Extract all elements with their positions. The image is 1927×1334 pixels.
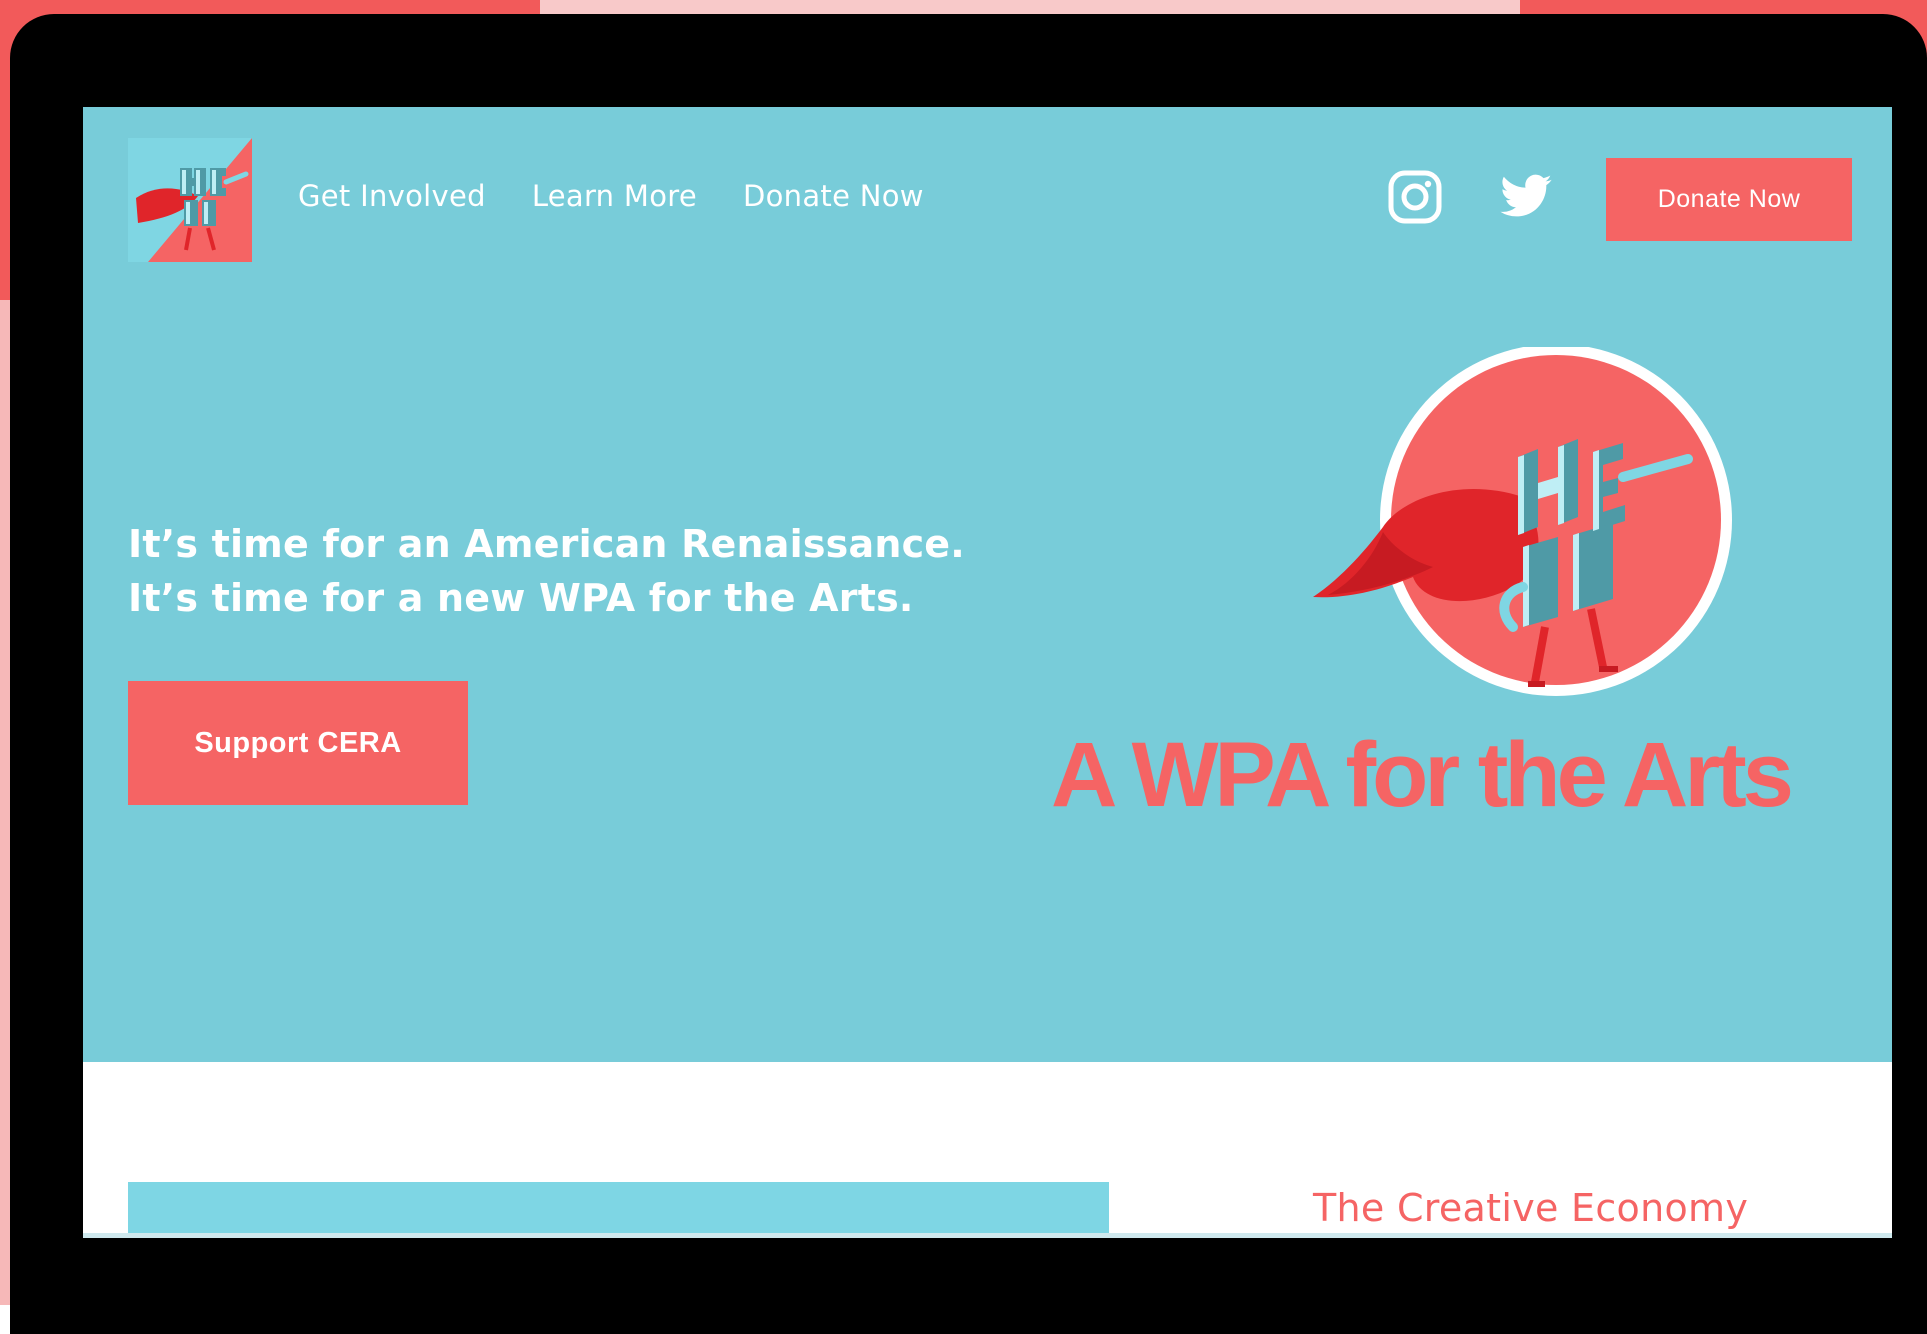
headline-line-2: It’s time for a new WPA for the Arts.	[128, 576, 914, 620]
nav-item-learn-more[interactable]: Learn More	[532, 179, 697, 213]
browser-screen: Get Involved Learn More Donate Now Donat…	[83, 107, 1892, 1238]
hero-tagline: A WPA for the Arts	[1051, 724, 1794, 826]
hero-logo-icon	[128, 138, 252, 262]
hero-headline: It’s time for an American Renaissance. I…	[128, 517, 965, 625]
twitter-link[interactable]	[1498, 169, 1554, 225]
hero-mascot-icon	[1313, 347, 1732, 696]
content-section: The Creative Economy	[83, 1062, 1892, 1238]
twitter-icon	[1500, 174, 1552, 217]
nav-item-donate-now[interactable]: Donate Now	[743, 179, 924, 213]
laptop-frame: Get Involved Learn More Donate Now Donat…	[10, 14, 1927, 1334]
support-cera-button[interactable]: Support CERA	[128, 681, 468, 805]
site-logo[interactable]	[128, 138, 252, 262]
hero-section: Get Involved Learn More Donate Now Donat…	[83, 107, 1892, 1062]
headline-line-1: It’s time for an American Renaissance.	[128, 522, 965, 566]
main-nav: Get Involved Learn More Donate Now	[298, 179, 924, 213]
nav-item-get-involved[interactable]: Get Involved	[298, 179, 486, 213]
instagram-link[interactable]	[1387, 169, 1443, 225]
instagram-icon	[1388, 170, 1442, 224]
section-title: The Creative Economy	[1313, 1186, 1749, 1230]
screen-bottom-edge	[83, 1233, 1892, 1238]
section-image-placeholder	[128, 1182, 1109, 1238]
donate-now-button[interactable]: Donate Now	[1606, 158, 1852, 241]
